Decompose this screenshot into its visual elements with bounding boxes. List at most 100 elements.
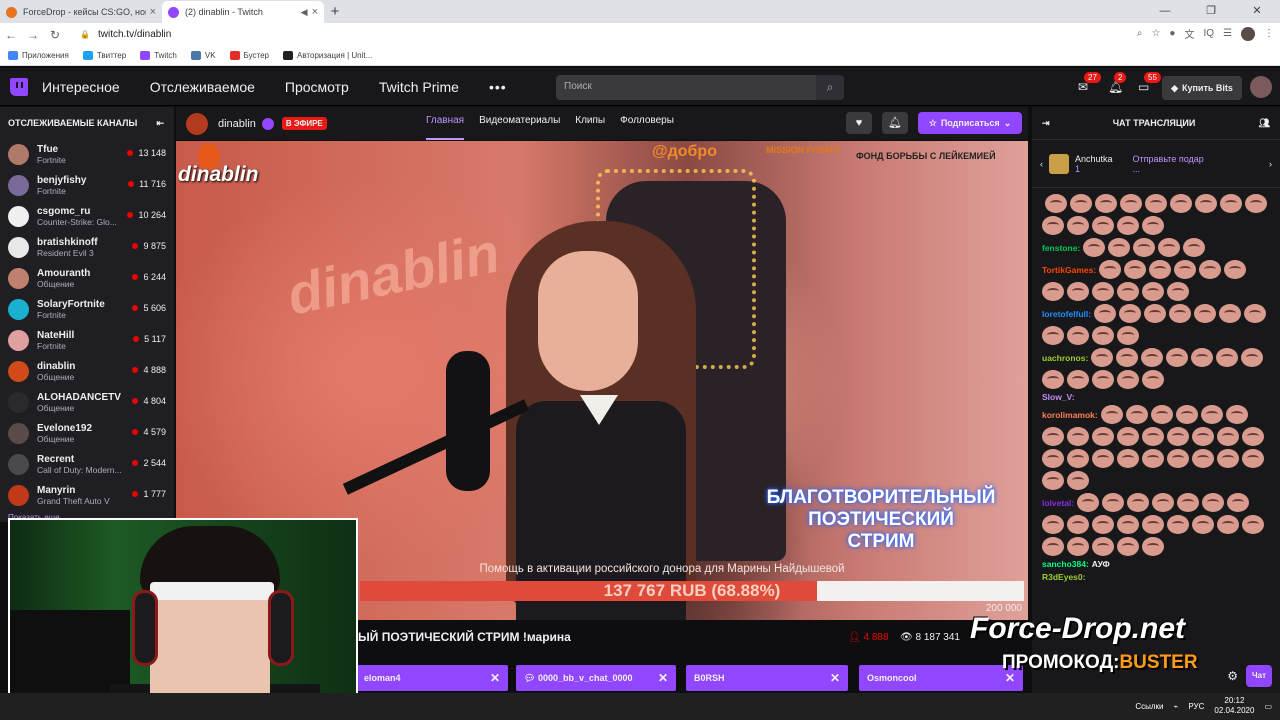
restore-icon[interactable]: ❐ [1188,0,1234,22]
bookmark-twitch[interactable]: Twitch [140,51,177,60]
users-icon[interactable]: 👥︎ [1259,118,1270,129]
nav-following[interactable]: Отслеживаемое [150,79,255,95]
send-chat-button[interactable]: Чат [1246,665,1272,687]
chevron-right-icon[interactable]: › [1269,159,1272,169]
sidebar-channel-item[interactable]: Recrent Call of Duty: Modern... 2 544 [0,449,174,480]
twitch-top-nav: Интересное Отслеживаемое Просмотр Twitch… [0,68,1280,106]
sidebar-channel-item[interactable]: NateHill Fortnite 5 117 [0,325,174,356]
tag-chip[interactable]: eloman4 ✕ [356,665,508,691]
translate-icon[interactable]: 文 [1184,26,1194,41]
tab-title: ForceDrop - кейсы CS:GO, новы [23,7,146,17]
network-icon[interactable]: ⌁ [1174,702,1179,711]
chat-username[interactable]: uachronos: [1042,353,1088,363]
menu-icon[interactable]: ⋮ [1264,28,1274,39]
close-icon[interactable]: ✕ [658,671,668,685]
collapse-icon[interactable]: ⇤ [156,118,164,129]
chat-username[interactable]: loretofelfull: [1042,309,1091,319]
search-icon[interactable]: ⌕ [816,75,844,100]
twitch-favicon-icon [168,6,179,18]
tab-clips[interactable]: Клипы [575,107,605,140]
bell-icon[interactable]: 🔔︎ [882,112,908,134]
reload-icon[interactable]: ↻ [44,28,66,42]
chat-username[interactable]: sancho384: [1042,559,1089,569]
channel-avatar[interactable] [186,112,208,135]
bits-icon: ◆ [1171,82,1178,93]
close-tab-icon[interactable]: × [150,6,156,18]
minimize-icon[interactable]: — [1142,0,1188,22]
new-tab-button[interactable]: + [324,1,346,23]
tag-chip[interactable]: B0RSH ✕ [686,665,848,691]
nav-browse[interactable]: Просмотр [285,79,349,95]
profile-avatar[interactable] [1241,26,1255,41]
zoom-icon[interactable]: ⌕ [1137,28,1143,39]
browser-tab-forcedrop[interactable]: ForceDrop - кейсы CS:GO, новы × [0,1,162,23]
close-window-icon[interactable]: ✕ [1234,0,1280,22]
bookmark-vk[interactable]: VK [190,51,216,60]
extension-icon[interactable]: IQ [1203,28,1214,39]
extension-icon[interactable]: ● [1169,28,1175,39]
sidebar-channel-item[interactable]: SolaryFortnite Fortnite 5 606 [0,294,174,325]
close-icon[interactable]: ✕ [830,671,840,685]
subscribe-button[interactable]: ☆ Подписаться ⌄ [918,112,1022,134]
close-icon[interactable]: ✕ [490,671,500,685]
sidebar-channel-item[interactable]: ALOHADANCETV Общение 4 804 [0,387,174,418]
expand-icon[interactable]: ⇥ [1042,118,1050,129]
chat-username[interactable]: korolimamok: [1042,410,1098,420]
follow-heart-icon[interactable]: ♥ [846,112,872,134]
more-icon[interactable]: ••• [489,79,507,95]
gift-promo[interactable]: Отправьте подар ... [1133,154,1204,174]
channel-game: Fortnite [37,341,66,351]
links-label[interactable]: Ссылки [1135,702,1163,711]
chat-username[interactable]: R3dEyes0: [1042,572,1085,582]
tab-videos[interactable]: Видеоматериалы [479,107,560,140]
browser-tab-twitch[interactable]: (2) dinablin - Twitch ◀ × [162,1,324,23]
sidebar-channel-item[interactable]: bratishkinoff Resident Evil 39 875 [0,232,174,263]
whispers-icon[interactable]: ▭ 55 [1138,72,1161,94]
nav-twitch-prime[interactable]: Twitch Prime [379,79,459,95]
back-icon[interactable]: ← [0,28,22,42]
chevron-left-icon[interactable]: ‹ [1040,159,1043,169]
chat-username[interactable]: Slow_V: [1042,392,1075,402]
followed-channels-sidebar: ОТСЛЕЖИВАЕМЫЕ КАНАЛЫ ⇤ Tfue Fortnite 13 14… [0,107,174,522]
sidebar-channel-item[interactable]: Evelone192 Общение 4 579 [0,418,174,449]
bookmark-unity[interactable]: Авторизация | Unit... [283,51,372,60]
channel-game: Общение [37,434,75,444]
unity-icon [283,51,294,60]
star-icon[interactable]: ☆ [1151,28,1160,39]
notification-center-icon[interactable]: ▭ [1264,702,1272,711]
nav-browse-featured[interactable]: Интересное [42,79,120,95]
sidebar-channel-item[interactable]: csgomc_ru Counter-Strike: Glo... 10 264 [0,201,174,232]
reading-list-icon[interactable]: ☰ [1223,28,1232,39]
emote-icon [1042,326,1064,345]
speaker-icon[interactable]: ◀ [301,7,308,18]
tab-followers[interactable]: Фолловеры [620,107,674,140]
sidebar-channel-item[interactable]: benjyfishy Fortnite 11 716 [0,170,174,201]
close-tab-icon[interactable]: × [312,6,318,18]
clock[interactable]: 20:12 02.04.2020 [1214,696,1254,716]
sidebar-channel-item[interactable]: Amouranth Общение 6 244 [0,263,174,294]
channel-game: Counter-Strike: Glo... [37,217,117,227]
inbox-icon[interactable]: ✉ 27 [1078,72,1101,94]
chat-username[interactable]: fenstone: [1042,243,1080,253]
channel-name[interactable]: dinablin [218,118,256,130]
sidebar-channel-item[interactable]: Tfue Fortnite 13 148 [0,139,174,170]
tab-home[interactable]: Главная [426,107,465,140]
bookmark-buster[interactable]: Бустер [229,51,269,60]
emote-icon [1092,370,1114,389]
bookmark-apps[interactable]: Приложения [8,51,69,60]
bookmark-twitter[interactable]: Твиттер [82,51,126,60]
language-indicator[interactable]: РУС [1188,702,1204,711]
sidebar-channel-item[interactable]: Manyrin Grand Theft Auto V1 777 [0,480,174,511]
twitch-logo-icon[interactable] [10,77,28,96]
notifications-icon[interactable]: 🔔︎ 2 [1108,72,1127,94]
url-field[interactable]: 🔒 twitch.tv/dinablin [74,25,1134,44]
get-bits-button[interactable]: ◆ Купить Bits [1162,76,1242,100]
chat-username[interactable]: TortikGames: [1042,265,1096,275]
emote-icon [1117,427,1139,446]
chat-username[interactable]: lolvetal: [1042,498,1074,508]
tag-chip[interactable]: 💬︎ 0000_bb_v_chat_0000 ✕ [516,665,676,691]
search-input[interactable]: Поиск [556,75,816,100]
forward-icon[interactable]: → [22,28,44,42]
user-avatar[interactable] [1250,76,1272,98]
sidebar-channel-item[interactable]: dinablin Общение 4 888 [0,356,174,387]
